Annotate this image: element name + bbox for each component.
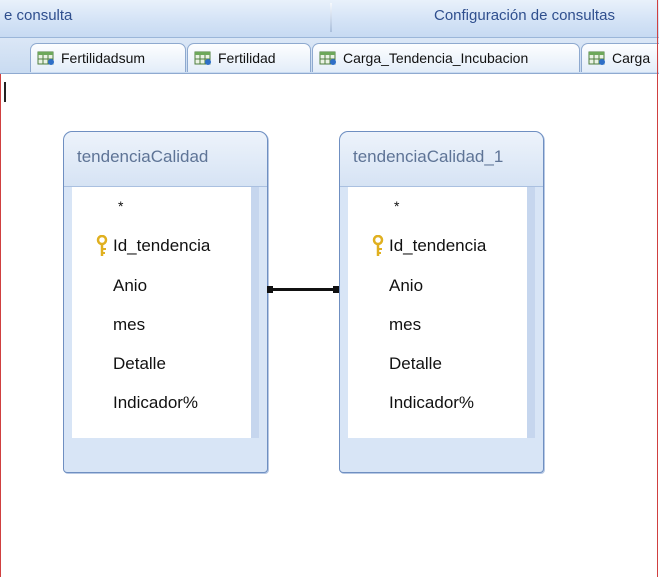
field-anio[interactable]: Anio bbox=[389, 276, 423, 296]
ribbon-group-label-query-type: e consulta bbox=[4, 7, 73, 24]
field-id-tendencia[interactable]: Id_tendencia bbox=[389, 236, 486, 256]
tab-label: Fertilidadsum bbox=[61, 50, 146, 66]
field-mes[interactable]: mes bbox=[113, 315, 145, 335]
right-frame-border bbox=[657, 0, 658, 577]
ribbon-group-label-query-setup: Configuración de consultas bbox=[434, 7, 615, 24]
field-all-columns[interactable]: * bbox=[118, 198, 123, 214]
field-id-tendencia[interactable]: Id_tendencia bbox=[113, 236, 210, 256]
tab-scroll-marker[interactable] bbox=[4, 82, 6, 102]
key-icon bbox=[372, 235, 384, 256]
field-list[interactable]: * Id_tendencia Anio mes Detalle Indicado… bbox=[348, 187, 535, 438]
ribbon-group-separator bbox=[330, 3, 332, 32]
left-frame-border bbox=[0, 0, 1, 577]
field-indicador[interactable]: Indicador% bbox=[113, 393, 198, 413]
document-tab-strip: Fertilidadsum Fertilidad Carga_Tendencia… bbox=[0, 38, 659, 102]
table-join-line[interactable] bbox=[268, 288, 337, 291]
table-title: tendenciaCalidad bbox=[77, 147, 209, 166]
query-datasheet-icon bbox=[194, 51, 211, 65]
field-anio[interactable]: Anio bbox=[113, 276, 147, 296]
tab-fertilidadsum[interactable]: Fertilidadsum bbox=[30, 43, 186, 72]
field-mes[interactable]: mes bbox=[389, 315, 421, 335]
field-detalle[interactable]: Detalle bbox=[389, 354, 442, 374]
field-all-columns[interactable]: * bbox=[394, 198, 399, 214]
field-indicador[interactable]: Indicador% bbox=[389, 393, 474, 413]
field-detalle[interactable]: Detalle bbox=[113, 354, 166, 374]
query-datasheet-icon bbox=[588, 51, 605, 65]
tab-carga[interactable]: Carga bbox=[581, 43, 659, 72]
table-title-bar[interactable]: tendenciaCalidad bbox=[64, 132, 267, 187]
ribbon-group-bar: e consulta Configuración de consultas bbox=[0, 0, 659, 38]
query-datasheet-icon bbox=[319, 51, 336, 65]
table-field-list-tendenciacalidad-1[interactable]: tendenciaCalidad_1 * Id_tendencia Anio m… bbox=[339, 131, 544, 473]
tab-label: Carga_Tendencia_Incubacion bbox=[343, 50, 529, 66]
tab-label: Carga bbox=[612, 50, 651, 66]
tab-carga-tendencia-incubacion[interactable]: Carga_Tendencia_Incubacion bbox=[312, 43, 580, 72]
tab-label: Fertilidad bbox=[218, 50, 276, 66]
tab-fertilidad[interactable]: Fertilidad bbox=[187, 43, 311, 72]
table-field-list-tendenciacalidad[interactable]: tendenciaCalidad * Id_tendencia Anio mes… bbox=[63, 131, 268, 473]
table-title-bar[interactable]: tendenciaCalidad_1 bbox=[340, 132, 543, 187]
query-datasheet-icon bbox=[37, 51, 54, 65]
table-title: tendenciaCalidad_1 bbox=[353, 147, 504, 166]
field-list[interactable]: * Id_tendencia Anio mes Detalle Indicado… bbox=[72, 187, 259, 438]
key-icon bbox=[96, 235, 108, 256]
